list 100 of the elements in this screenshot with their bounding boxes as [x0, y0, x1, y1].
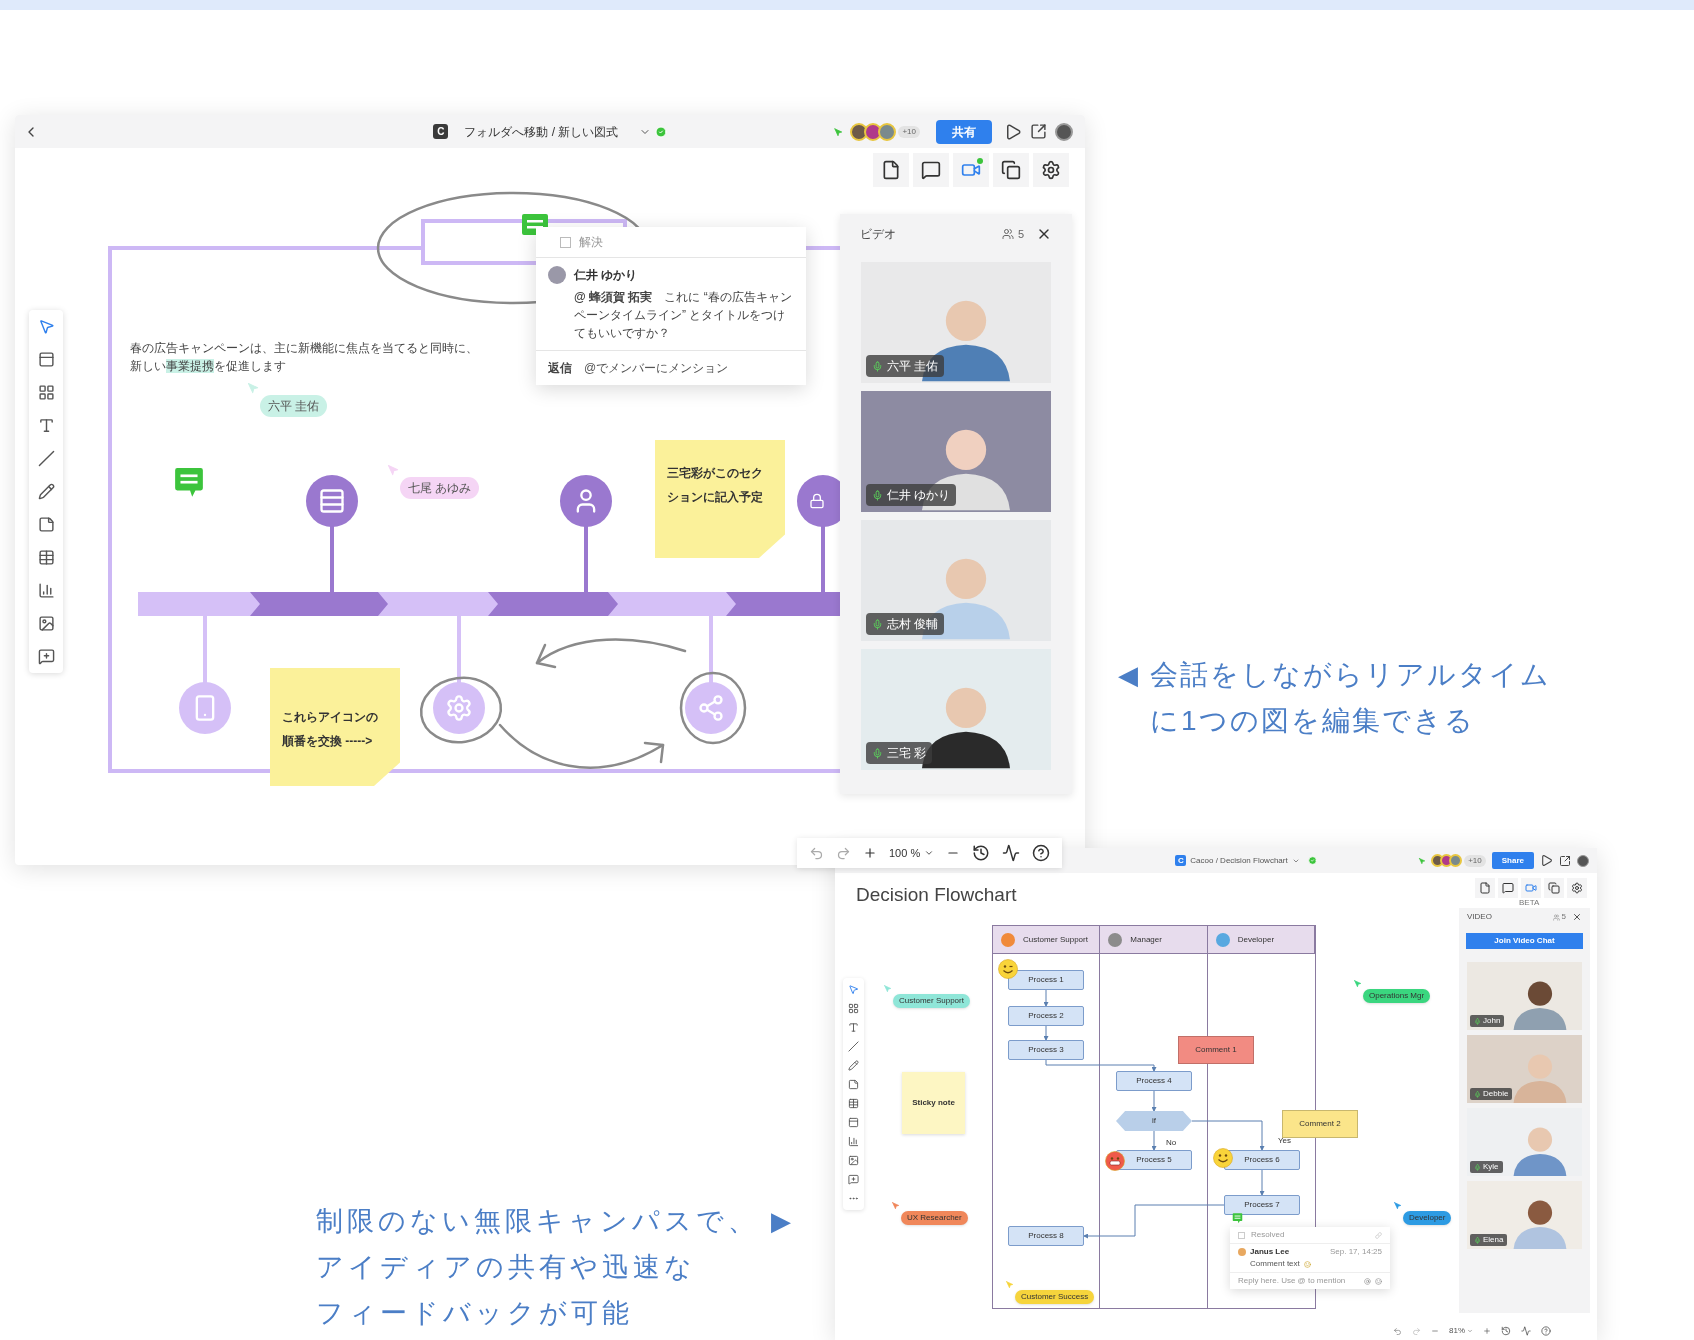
edge-label: No	[1166, 1138, 1177, 1147]
connector-line	[1151, 1090, 1157, 1112]
cursor-icon	[1416, 855, 1427, 866]
collaborator-tag: UX Researcher	[901, 1211, 968, 1225]
comment-node: Comment 1	[1178, 1036, 1254, 1064]
video-button[interactable]	[953, 153, 989, 187]
zoom-in-icon[interactable]	[863, 846, 877, 860]
breadcrumb[interactable]: フォルダへ移動 / 新しい図式	[464, 122, 619, 141]
resolve-checkbox[interactable]	[560, 236, 571, 248]
settings-button[interactable]	[1567, 878, 1587, 898]
layers-icon	[1001, 160, 1021, 180]
shapes-icon[interactable]	[848, 1003, 859, 1014]
comment-author: Janus Lee	[1250, 1246, 1290, 1258]
image-icon[interactable]	[37, 615, 55, 632]
pointer-icon[interactable]	[37, 318, 55, 335]
smiley-icon	[1213, 1148, 1233, 1168]
lane-name: Developer	[1237, 933, 1275, 946]
share-button[interactable]: Share	[1491, 852, 1534, 869]
process-node: Process 4	[1116, 1071, 1192, 1091]
participant-name: Kyle	[1483, 1161, 1499, 1173]
process-node: Process 8	[1008, 1226, 1084, 1246]
add-comment-icon[interactable]	[37, 648, 55, 665]
collaborator-tag: 七尾 あゆみ	[400, 477, 480, 499]
sticky-note-icon[interactable]	[848, 1079, 859, 1090]
microphone-icon	[1474, 1017, 1481, 1025]
sticky-note-icon[interactable]	[37, 516, 55, 533]
comment-list-button[interactable]	[1498, 878, 1518, 898]
avatar-overflow-count: +10	[1464, 854, 1486, 867]
settings-button[interactable]	[1033, 153, 1069, 187]
video-icon	[1525, 882, 1537, 894]
chart-icon[interactable]	[848, 1136, 859, 1147]
saved-check-icon	[1307, 856, 1317, 865]
share-button[interactable]: 共有	[936, 119, 992, 144]
breadcrumb[interactable]: Cacoo / Decision Flowchart	[1190, 854, 1288, 867]
settings-icon	[1041, 160, 1061, 180]
avatar	[1238, 1248, 1246, 1256]
zoom-level-dropdown[interactable]: 100 %	[889, 844, 935, 862]
caption-line: 会話をしながらリアルタイム	[1150, 658, 1551, 692]
collaborator-tag: 六平 圭佑	[260, 395, 328, 417]
present-icon[interactable]	[1004, 122, 1022, 141]
table-icon[interactable]	[848, 1098, 859, 1109]
shapes-icon[interactable]	[37, 384, 55, 401]
participant-count: 5	[1017, 226, 1024, 242]
cursor-icon	[1351, 977, 1363, 989]
template-icon[interactable]	[848, 1117, 859, 1128]
reply-field[interactable]: @でメンバーにメンション	[584, 359, 794, 377]
panel-title: ビデオ	[860, 226, 896, 243]
pen-icon[interactable]	[848, 1060, 859, 1071]
beta-label: BETA	[1519, 898, 1540, 907]
panel-title: VIDEO	[1467, 911, 1492, 923]
arrow-label: ▶	[771, 1205, 791, 1238]
cursor-icon	[1391, 1199, 1403, 1211]
participant-name: 三宅 彩	[887, 745, 927, 762]
avatar-overflow-count: +10	[898, 125, 920, 138]
comment-list-button[interactable]	[913, 153, 949, 187]
sticky-note-text: 三宅彩がこのセクションに記入予定	[667, 466, 763, 504]
present-icon[interactable]	[1540, 854, 1553, 867]
participant-name: 仁井 ゆかり	[887, 487, 951, 504]
avatar	[878, 122, 897, 141]
caret-icon	[924, 848, 935, 858]
diagram-title: Decision Flowchart	[856, 883, 1017, 907]
export-icon[interactable]	[1030, 123, 1047, 140]
export-icon[interactable]	[1559, 854, 1571, 867]
list-icon	[318, 487, 346, 515]
avatar	[1449, 854, 1463, 867]
sticky-note-text: これらアイコンの順番を交換 ----->	[282, 710, 378, 748]
close-icon[interactable]	[1572, 912, 1582, 922]
angry-face-icon	[1105, 1151, 1125, 1171]
text-icon[interactable]	[848, 1022, 859, 1033]
collaborator-tag: Developer	[1403, 1211, 1452, 1225]
comment-text: Comment text	[1250, 1258, 1300, 1270]
history-icon[interactable]	[972, 844, 991, 862]
image-icon[interactable]	[848, 1155, 859, 1166]
zoom-in-icon[interactable]	[1483, 1327, 1491, 1335]
zoom-level-dropdown[interactable]: 81%	[1449, 1325, 1473, 1337]
template-icon[interactable]	[37, 351, 55, 368]
resolve-checkbox[interactable]	[1238, 1231, 1245, 1239]
pointer-icon[interactable]	[848, 984, 859, 995]
table-icon[interactable]	[37, 549, 55, 566]
caption-line: アイディアの共有や迅速な	[316, 1251, 696, 1284]
chart-icon[interactable]	[37, 582, 55, 599]
line-icon[interactable]	[37, 450, 55, 467]
participant-name: Elena	[1483, 1234, 1504, 1246]
join-video-chat-button[interactable]: Join Video Chat	[1466, 933, 1583, 949]
cursor-icon	[1003, 1278, 1015, 1290]
page-button[interactable]	[873, 153, 909, 187]
lane-name: Manager	[1130, 933, 1162, 946]
microphone-icon	[872, 618, 883, 630]
layers-button[interactable]	[993, 153, 1029, 187]
pen-icon[interactable]	[37, 483, 55, 500]
add-comment-icon[interactable]	[848, 1174, 859, 1185]
activity-icon[interactable]	[1002, 844, 1021, 862]
help-icon[interactable]	[1032, 844, 1051, 862]
microphone-icon	[1474, 1236, 1481, 1244]
line-icon[interactable]	[848, 1041, 859, 1052]
text-icon[interactable]	[37, 417, 55, 434]
app-menu-icon[interactable]	[1577, 854, 1589, 867]
app-menu-icon[interactable]	[1055, 122, 1073, 141]
reply-field[interactable]: Reply here. Use @ to mention	[1238, 1275, 1360, 1287]
connector-line	[1043, 989, 1049, 1007]
